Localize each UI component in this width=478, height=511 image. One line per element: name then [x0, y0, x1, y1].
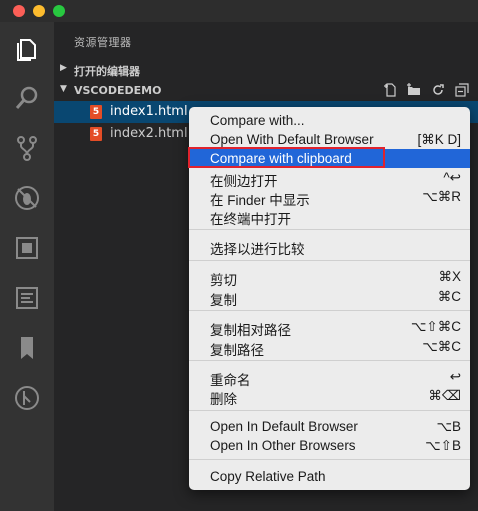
- search-icon[interactable]: [13, 84, 41, 112]
- menu-separator: [189, 360, 470, 361]
- title-bar: [0, 0, 478, 22]
- menu-item-delete[interactable]: 删除 ⌘⌫: [189, 386, 470, 407]
- git-history-icon[interactable]: [13, 384, 41, 412]
- workspace-label: VSCODEDEMO: [74, 84, 162, 97]
- window-maximize-button[interactable]: [53, 5, 65, 17]
- open-editors-label: 打开的编辑器: [74, 65, 140, 78]
- open-editors-section[interactable]: ▶ 打开的编辑器: [54, 59, 478, 81]
- explorer-title: 资源管理器: [74, 36, 132, 49]
- new-file-icon[interactable]: [382, 82, 398, 98]
- menu-item-cut[interactable]: 剪切 ⌘X: [189, 267, 470, 288]
- menu-separator: [189, 260, 470, 261]
- menu-item-open-in-other-browsers[interactable]: Open In Other Browsers ⌥⇧B: [189, 436, 470, 455]
- extensions-icon[interactable]: [13, 234, 41, 262]
- chevron-right-icon: ▶: [60, 63, 67, 73]
- refresh-icon[interactable]: [430, 82, 446, 98]
- menu-item-reveal-in-finder[interactable]: 在 Finder 中显示 ⌥⌘R: [189, 187, 470, 208]
- html5-icon: 5: [90, 105, 102, 119]
- menu-item-copy-relative-path-ext[interactable]: Copy Relative Path: [189, 467, 470, 486]
- window-minimize-button[interactable]: [33, 5, 45, 17]
- menu-separator: [189, 410, 470, 411]
- menu-separator: [189, 229, 470, 230]
- activity-bar: [0, 22, 54, 511]
- file-name: index1.html: [110, 104, 188, 119]
- new-folder-icon[interactable]: [406, 82, 422, 98]
- menu-item-rename[interactable]: 重命名 ↩: [189, 367, 470, 388]
- bookmark-icon[interactable]: [13, 334, 41, 362]
- file-name: index2.html: [110, 126, 188, 141]
- menu-item-copy[interactable]: 复制 ⌘C: [189, 287, 470, 308]
- debug-icon[interactable]: [13, 184, 41, 212]
- preview-icon[interactable]: [13, 284, 41, 312]
- menu-separator: [189, 459, 470, 460]
- menu-item-open-in-default-browser[interactable]: Open In Default Browser ⌥B: [189, 417, 470, 436]
- explorer-actions: [382, 82, 470, 98]
- html5-icon: 5: [90, 127, 102, 141]
- source-control-icon[interactable]: [13, 134, 41, 162]
- menu-item-open-to-side[interactable]: 在侧边打开 ^↩: [189, 168, 470, 189]
- menu-item-compare-with[interactable]: Compare with...: [189, 111, 470, 130]
- menu-item-copy-path[interactable]: 复制路径 ⌥⌘C: [189, 337, 470, 358]
- window-close-button[interactable]: [13, 5, 25, 17]
- menu-separator: [189, 310, 470, 311]
- workspace-section[interactable]: ▼ VSCODEDEMO: [54, 80, 478, 102]
- files-icon[interactable]: [13, 34, 41, 62]
- menu-item-copy-relative-path[interactable]: 复制相对路径 ⌥⇧⌘C: [189, 317, 470, 338]
- menu-item-open-in-terminal[interactable]: 在终端中打开: [189, 206, 470, 227]
- collapse-all-icon[interactable]: [454, 82, 470, 98]
- annotation-highlight-box: [188, 147, 385, 168]
- chevron-down-icon: ▼: [60, 84, 67, 94]
- menu-item-select-for-compare[interactable]: 选择以进行比较: [189, 236, 470, 257]
